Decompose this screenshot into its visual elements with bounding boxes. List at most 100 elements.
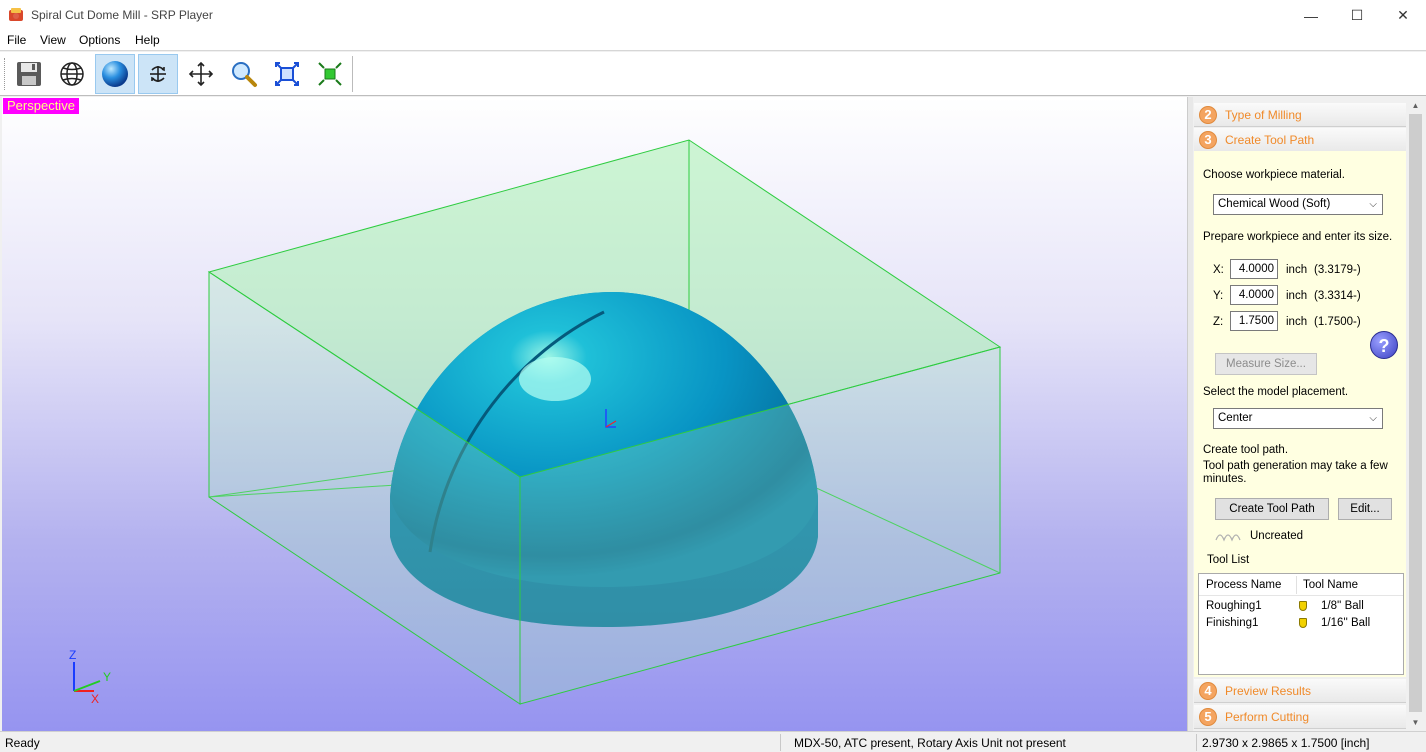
close-button[interactable]: ✕ — [1380, 0, 1426, 31]
step-number-badge: 5 — [1199, 707, 1217, 726]
create-tool-path-body: Choose workpiece material. Chemical Wood… — [1194, 151, 1406, 677]
maximize-icon: ☐ — [1350, 7, 1364, 23]
menu-view[interactable]: View — [40, 33, 66, 47]
size-x-label: X: — [1213, 264, 1224, 276]
create-tool-path-note: Tool path generation may take a few minu… — [1203, 460, 1388, 485]
save-icon — [17, 62, 41, 86]
step-number-badge: 3 — [1199, 130, 1217, 149]
size-y-label: Y: — [1213, 290, 1224, 302]
tool-name: 1/8'' Ball — [1321, 600, 1364, 612]
column-header-process[interactable]: Process Name — [1206, 579, 1281, 591]
placement-label: Select the model placement. — [1203, 386, 1349, 398]
panel-scrollbar[interactable]: ▲ ▼ — [1407, 97, 1424, 731]
minimize-icon: — — [1304, 7, 1318, 24]
pan-icon — [188, 61, 214, 87]
pan-view-button[interactable] — [181, 54, 221, 94]
size-z-unit: inch — [1286, 316, 1308, 328]
status-separator — [1196, 734, 1197, 751]
measure-size-button[interactable]: Measure Size... — [1215, 353, 1317, 375]
tool-list-header: Process Name Tool Name — [1199, 574, 1403, 596]
step-preview-results[interactable]: 4 Preview Results — [1194, 679, 1406, 703]
status-bar: Ready MDX-50, ATC present, Rotary Axis U… — [0, 731, 1426, 752]
ball-end-mill-icon — [1299, 618, 1307, 628]
create-tool-path-label: Create tool path. — [1203, 444, 1289, 456]
size-y-hint: (3.3314-) — [1314, 290, 1361, 302]
tool-list-label: Tool List — [1207, 554, 1250, 566]
app-icon — [9, 8, 23, 21]
column-header-tool[interactable]: Tool Name — [1303, 579, 1358, 591]
column-separator[interactable] — [1296, 576, 1297, 594]
step-number-badge: 2 — [1199, 105, 1217, 124]
wireframe-view-button[interactable] — [52, 54, 92, 94]
size-x-input[interactable]: 4.0000 — [1230, 259, 1278, 279]
axis-z-label: Z — [69, 648, 76, 662]
fit-view-icon — [275, 62, 299, 86]
axis-x-label: X — [91, 692, 99, 706]
step-label: Create Tool Path — [1225, 132, 1315, 147]
menu-bar: File View Options Help — [0, 31, 1426, 51]
step-label: Preview Results — [1225, 683, 1312, 698]
step-type-of-milling[interactable]: 2 Type of Milling — [1194, 103, 1406, 127]
placement-select[interactable]: Center ⌵ — [1213, 408, 1383, 429]
step-perform-cutting[interactable]: 5 Perform Cutting — [1194, 705, 1406, 729]
status-separator — [780, 734, 781, 751]
zoom-view-button[interactable] — [224, 54, 264, 94]
shaded-view-button[interactable] — [95, 54, 135, 94]
edit-button[interactable]: Edit... — [1338, 498, 1392, 520]
scroll-down-icon[interactable]: ▼ — [1407, 714, 1424, 731]
size-y-input[interactable]: 4.0000 — [1230, 285, 1278, 305]
toolpath-status-icon — [1215, 534, 1241, 542]
axis-triad: Z Y X — [69, 648, 111, 706]
material-select[interactable]: Chemical Wood (Soft) ⌵ — [1213, 194, 1383, 215]
step-number-badge: 4 — [1199, 681, 1217, 700]
scroll-up-icon[interactable]: ▲ — [1407, 97, 1424, 114]
status-model-size: 2.9730 x 2.9865 x 1.7500 [inch] — [1202, 736, 1370, 750]
menu-file[interactable]: File — [7, 33, 26, 47]
status-ready: Ready — [5, 736, 40, 750]
process-name: Finishing1 — [1206, 617, 1259, 629]
rotate-icon — [150, 66, 166, 82]
axis-y-label: Y — [103, 670, 111, 684]
maximize-button[interactable]: ☐ — [1334, 0, 1380, 31]
model-scene[interactable]: Z Y X — [2, 97, 1187, 731]
toolbar — [0, 52, 1426, 96]
menu-help[interactable]: Help — [135, 33, 160, 47]
size-z-hint: (1.7500-) — [1314, 316, 1361, 328]
rotate-view-button[interactable] — [138, 54, 178, 94]
status-machine-info: MDX-50, ATC present, Rotary Axis Unit no… — [794, 736, 1066, 750]
minimize-button[interactable]: — — [1288, 0, 1334, 31]
save-button[interactable] — [9, 54, 49, 94]
chevron-down-icon: ⌵ — [1369, 199, 1377, 210]
size-z-label: Z: — [1213, 316, 1224, 328]
zoom-to-model-button[interactable] — [310, 54, 350, 94]
toolbar-grip[interactable] — [4, 58, 7, 90]
tool-name: 1/16'' Ball — [1321, 617, 1371, 629]
title-bar: Spiral Cut Dome Mill - SRP Player — ☐ ✕ — [0, 0, 1426, 31]
chevron-down-icon: ⌵ — [1369, 413, 1377, 424]
process-name: Roughing1 — [1206, 600, 1262, 612]
3d-viewport[interactable]: Perspective Z Y X — [2, 97, 1187, 731]
size-x-hint: (3.3179-) — [1314, 264, 1361, 276]
size-z-input[interactable]: 1.7500 — [1230, 311, 1278, 331]
step-create-tool-path[interactable]: 3 Create Tool Path — [1194, 128, 1406, 152]
choose-material-label: Choose workpiece material. — [1203, 169, 1345, 181]
workflow-panel: 2 Type of Milling 3 Create Tool Path Cho… — [1193, 97, 1407, 731]
create-tool-path-button[interactable]: Create Tool Path — [1215, 498, 1329, 520]
toolbar-separator — [352, 56, 353, 92]
fit-view-button[interactable] — [267, 54, 307, 94]
size-y-unit: inch — [1286, 290, 1308, 302]
ball-end-mill-icon — [1299, 601, 1307, 611]
close-icon: ✕ — [1397, 7, 1409, 23]
prepare-workpiece-label: Prepare workpiece and enter its size. — [1203, 231, 1393, 243]
wireframe-globe-icon — [60, 62, 84, 86]
zoom-icon — [232, 62, 257, 87]
zoom-to-model-icon — [318, 62, 342, 86]
shaded-sphere-icon — [102, 61, 128, 87]
help-icon[interactable]: ? — [1370, 331, 1398, 359]
menu-options[interactable]: Options — [79, 33, 120, 47]
scrollbar-thumb[interactable] — [1409, 114, 1422, 712]
tool-list-table[interactable]: Process Name Tool Name Roughing1 1/8'' B… — [1198, 573, 1404, 675]
size-x-unit: inch — [1286, 264, 1308, 276]
step-label: Type of Milling — [1225, 107, 1302, 122]
step-label: Perform Cutting — [1225, 709, 1310, 724]
